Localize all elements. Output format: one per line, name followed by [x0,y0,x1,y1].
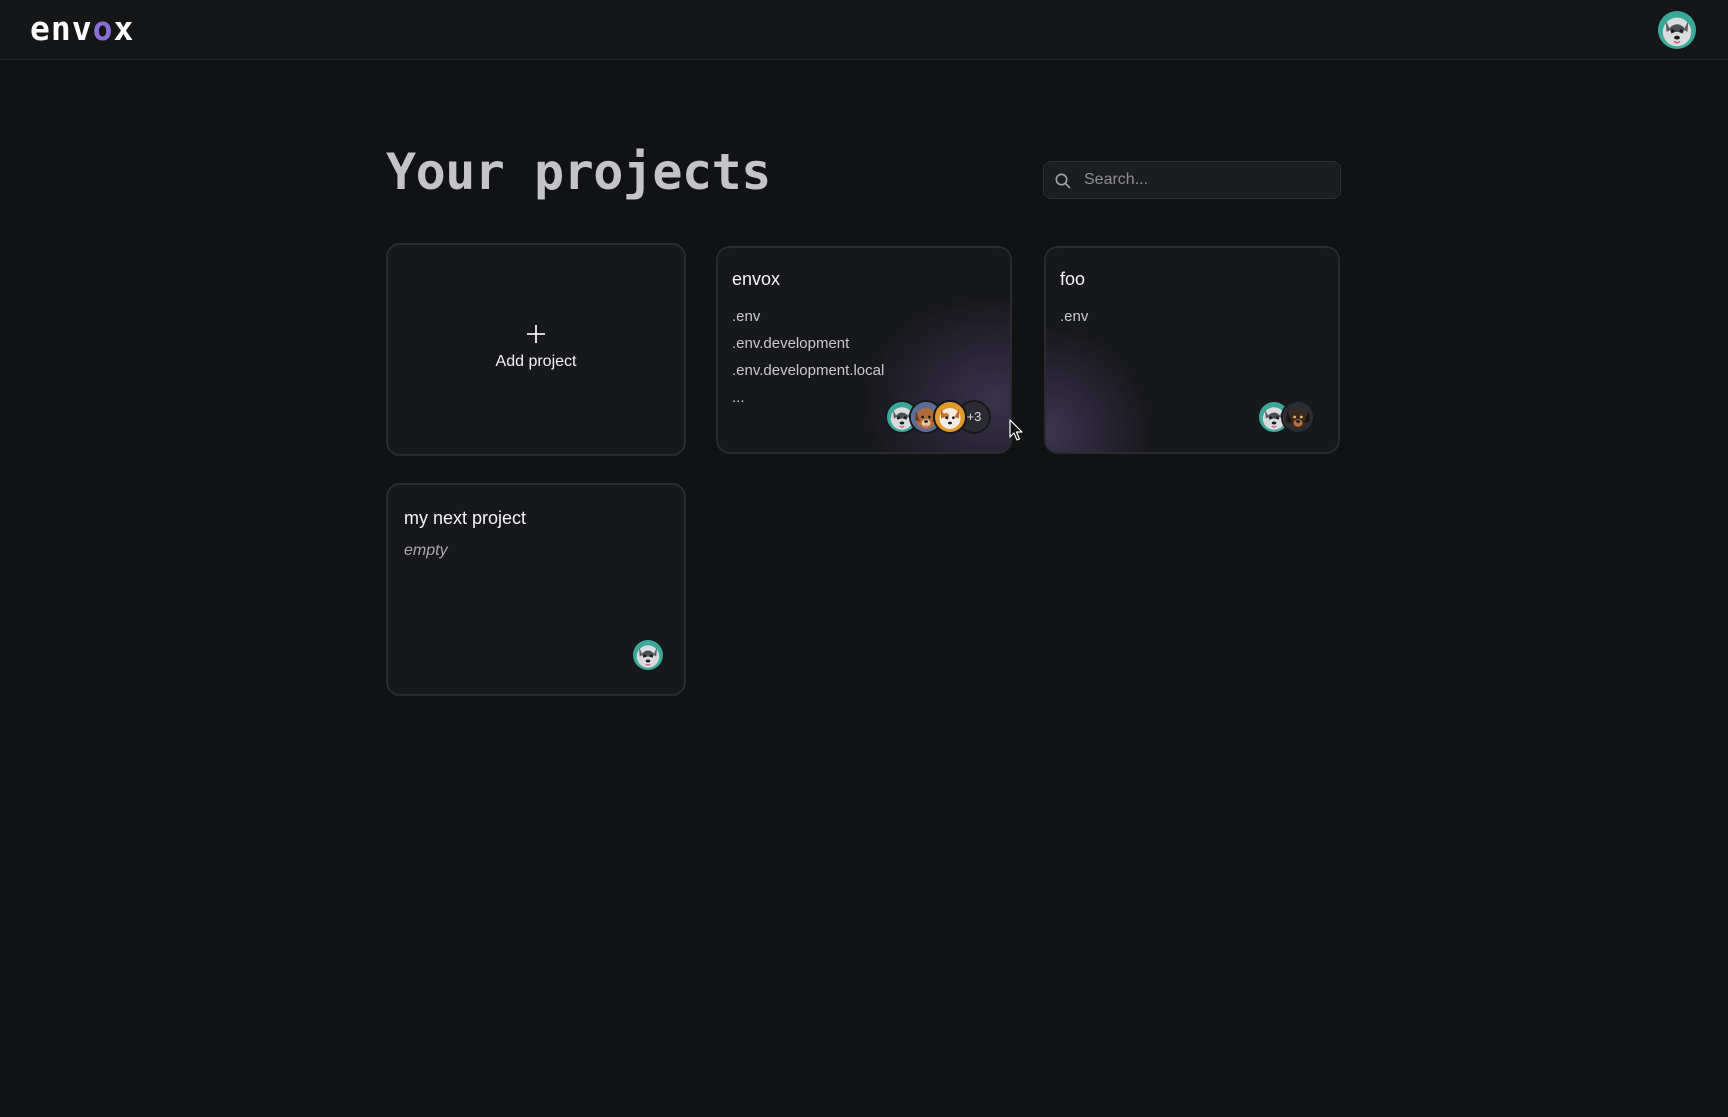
member-avatars [1257,400,1315,434]
husky-avatar-icon [1658,11,1696,49]
project-card-foo[interactable]: foo .env [1044,246,1340,454]
project-card-my-next-project[interactable]: my next project empty [386,483,686,696]
project-card-envox[interactable]: envox .env .env.development .env.develop… [716,246,1012,454]
logo-text-accent: o [92,9,114,48]
husky-avatar-icon [633,640,663,670]
logo-text-end: x [113,9,135,48]
plus-icon [527,325,545,343]
project-name: my next project [404,508,527,528]
env-file-item: .env [732,308,761,325]
project-name: envox [732,269,781,289]
add-project-label: Add project [495,353,577,370]
search-icon [1054,172,1072,190]
search-input[interactable] [1084,162,1334,198]
empty-label: empty [404,542,448,559]
env-file-list: .env [1060,303,1088,330]
member-avatar [1281,400,1315,434]
add-project-card[interactable]: Add project [386,243,686,456]
env-file-item: .env [1060,308,1089,325]
envox-logo[interactable]: envox [30,12,134,46]
user-avatar[interactable] [1658,11,1696,49]
search-box[interactable] [1043,161,1341,199]
env-file-item: .env.development [732,335,850,352]
env-file-more: ... [732,389,745,406]
logo-text-start: env [30,9,93,48]
env-file-list: .env .env.development .env.development.l… [732,303,884,411]
member-avatar [631,638,665,672]
env-file-item: .env.development.local [732,362,885,379]
add-project-content: Add project [388,323,684,371]
member-avatar [933,400,967,434]
dog-avatar-icon [1283,402,1313,432]
page-title: Your projects [386,143,771,201]
member-avatars: +3 [885,400,991,434]
top-navbar: envox [0,0,1728,60]
member-avatars [631,638,665,672]
project-name: foo [1060,269,1086,289]
dog-avatar-icon [935,402,965,432]
mouse-cursor-icon [1009,419,1023,441]
